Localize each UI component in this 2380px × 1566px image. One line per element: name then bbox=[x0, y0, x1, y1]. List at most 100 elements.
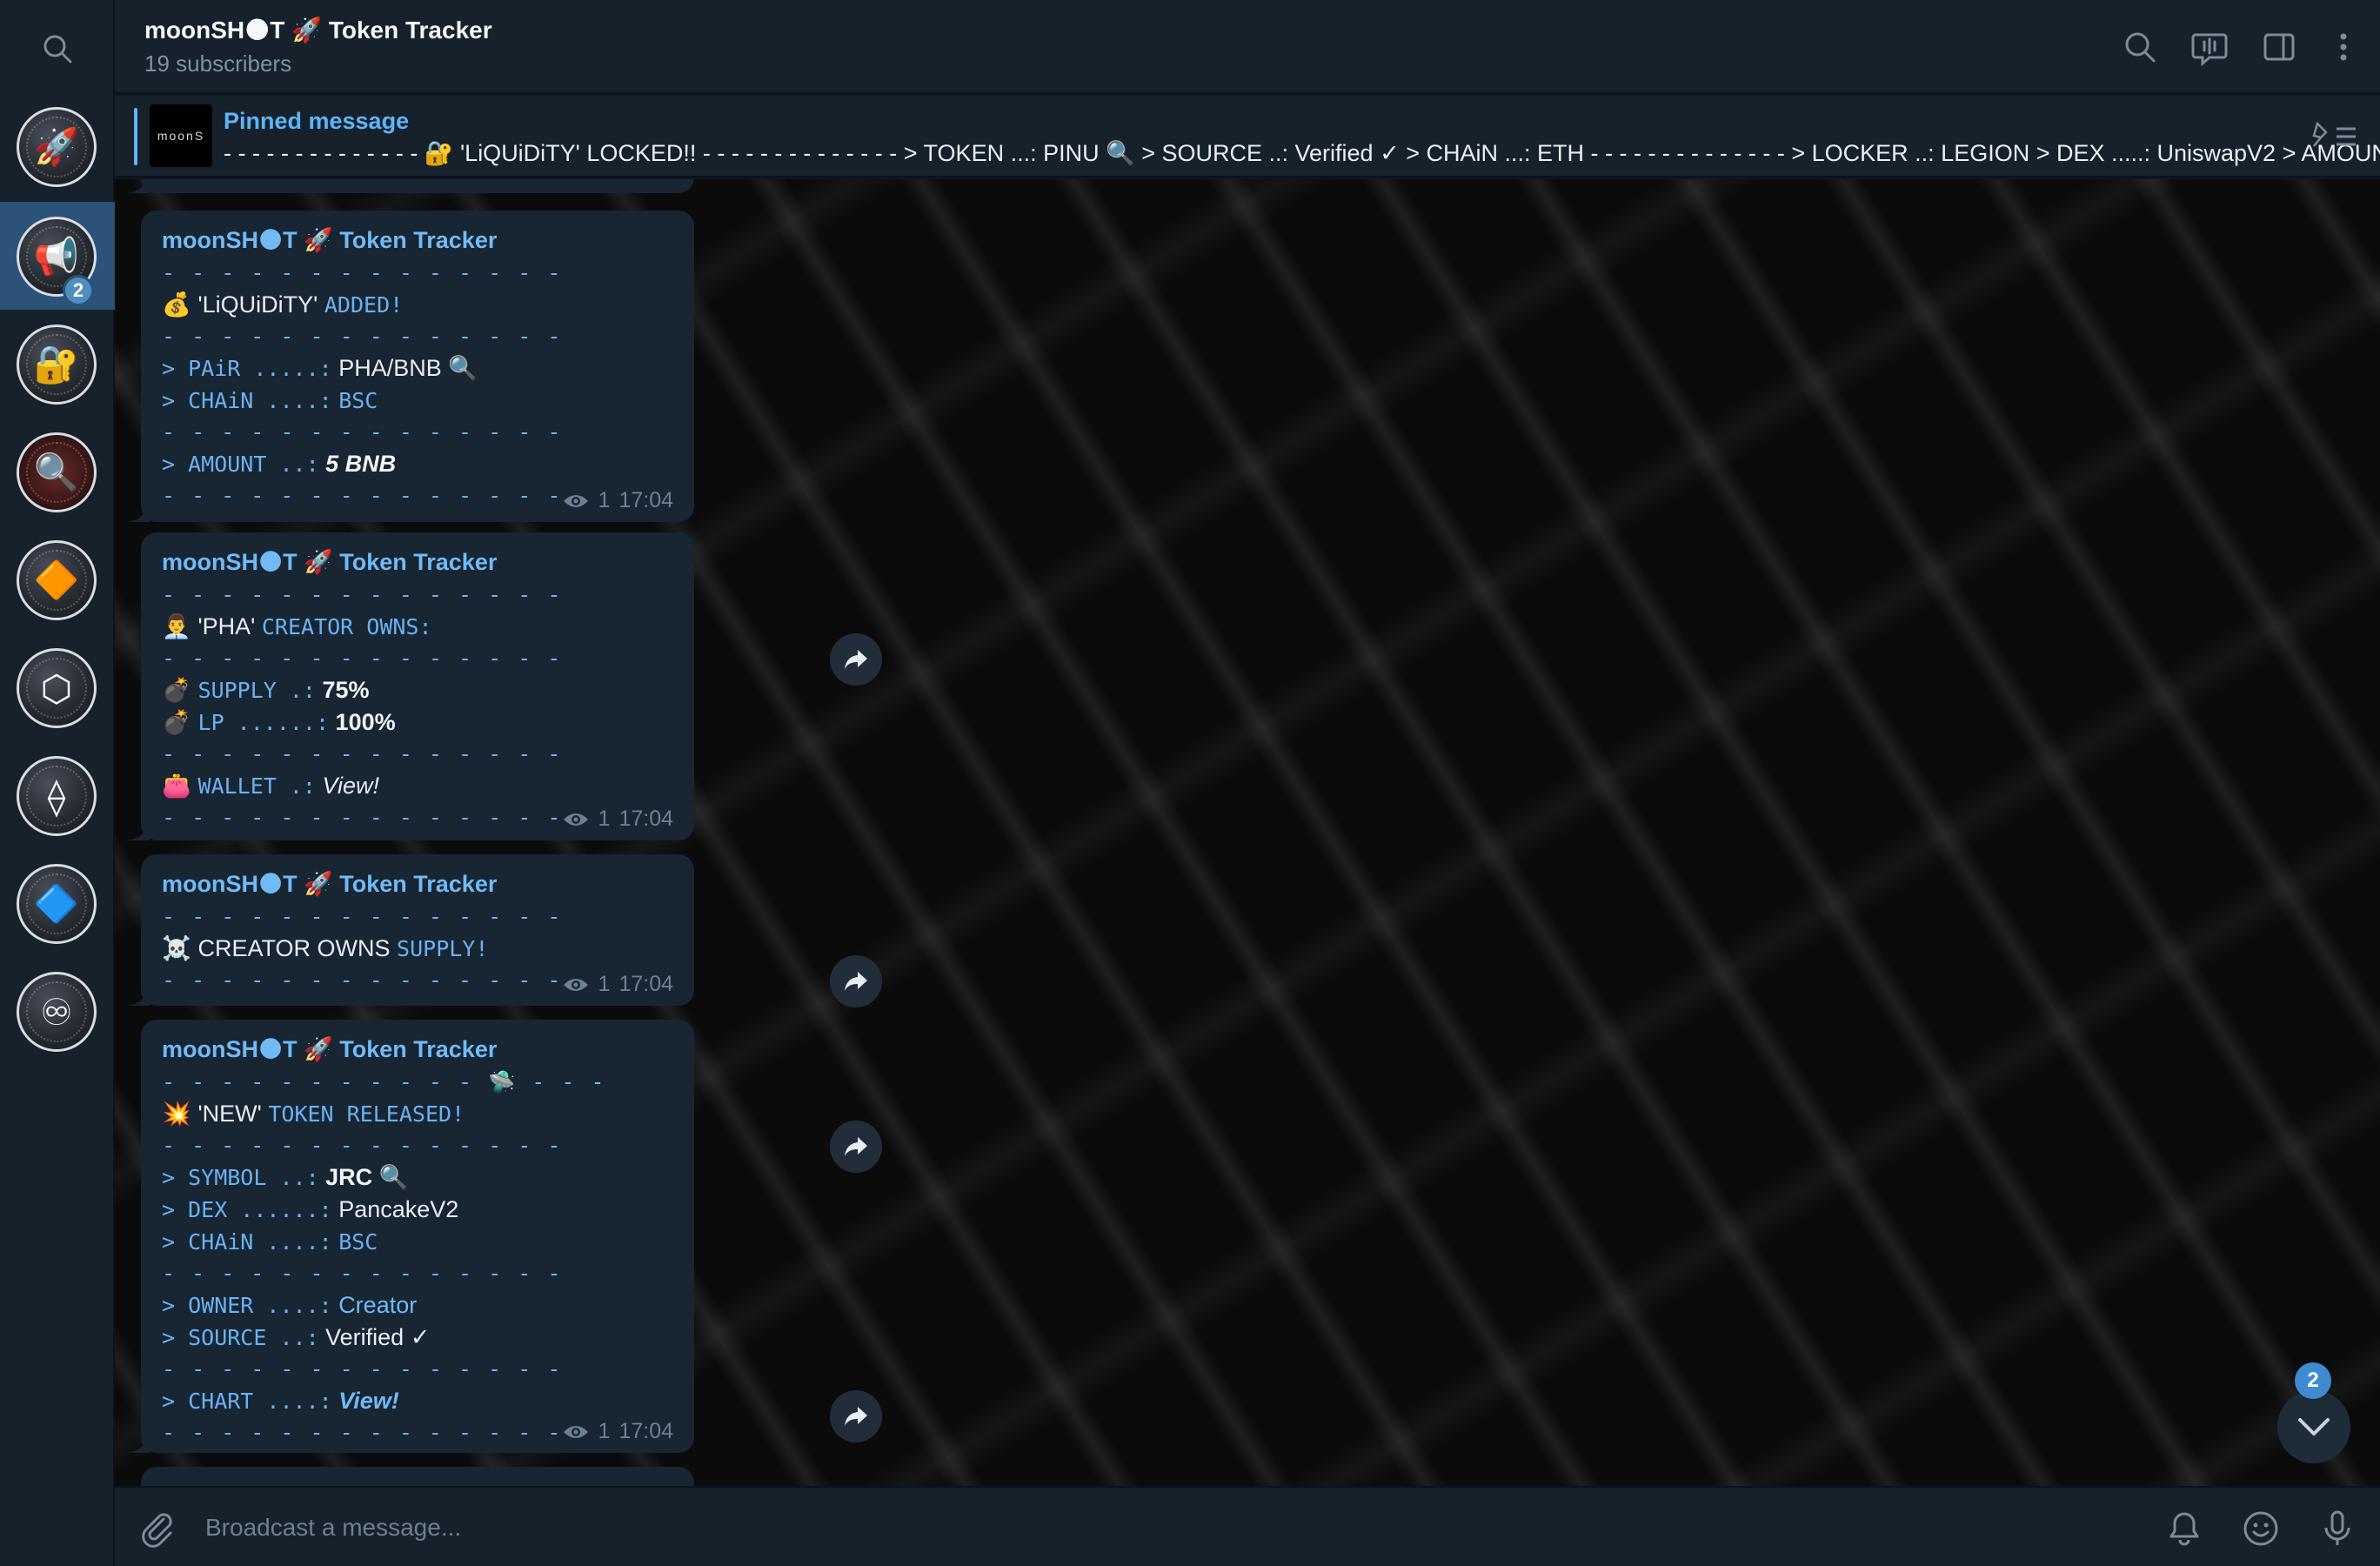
microphone-icon[interactable] bbox=[2317, 1509, 2357, 1549]
folder-item-magnifier[interactable]: 🔍 bbox=[0, 418, 115, 525]
lp-key: LP ......: bbox=[197, 710, 330, 735]
wallet-key: WALLET .: bbox=[197, 773, 316, 799]
chevron-down-icon bbox=[2298, 1418, 2330, 1436]
forward-button[interactable] bbox=[830, 633, 882, 686]
message-sender[interactable]: moonSH🌑T 🚀 Token Tracker bbox=[162, 548, 673, 576]
folder-item-ethereum[interactable]: ⟠ bbox=[0, 741, 115, 849]
source-value: Verified ✓ bbox=[325, 1324, 431, 1350]
pinned-message-bar[interactable]: moonS Pinned message - - - - - - - - - -… bbox=[115, 96, 2380, 177]
message-sender[interactable]: moonSH🌑T 🚀 Token Tracker bbox=[162, 226, 673, 254]
chain-value: BSC bbox=[338, 1229, 378, 1255]
pinned-list-icon[interactable] bbox=[2310, 118, 2359, 153]
header-word: TOKEN RELEASED! bbox=[268, 1101, 465, 1127]
emoji-icon[interactable] bbox=[2241, 1509, 2281, 1549]
supply-row: 💣 SUPPLY .: 75% bbox=[162, 674, 673, 706]
forward-button[interactable] bbox=[830, 1121, 882, 1173]
symbol-value: JRC bbox=[325, 1164, 373, 1190]
chart-row: > CHART ....: View! bbox=[162, 1385, 673, 1417]
eye-icon bbox=[563, 494, 588, 507]
message-sender[interactable]: moonSH🌑T 🚀 Token Tracker bbox=[162, 870, 673, 898]
explosion-icon: 💥 bbox=[162, 1101, 191, 1127]
folder-item-megaphone[interactable]: 📢 2 bbox=[0, 202, 115, 310]
chain-value: BSC bbox=[338, 388, 378, 413]
dex-key: > DEX ......: bbox=[162, 1197, 332, 1222]
divider: - - - - - - - - - - - - - - bbox=[162, 324, 563, 349]
folder-item-rocket[interactable]: 🚀 bbox=[0, 92, 115, 200]
pinned-thumbnail: moonS bbox=[150, 104, 212, 167]
pinned-text: - - - - - - - - - - - - - - 🔐 'LiQUiDiTY… bbox=[224, 140, 2380, 166]
owner-key: > OWNER ....: bbox=[162, 1293, 332, 1318]
folder-rail: 🚀 📢 2 🔐 🔍 🔶 ⬡ ⟠ 🔷 ♾ bbox=[0, 0, 115, 1566]
header-word: ADDED! bbox=[324, 292, 404, 318]
message-time: 17:04 bbox=[618, 1419, 673, 1443]
divider: - - - - - - - - - - - - - - bbox=[162, 646, 563, 671]
message-sender[interactable]: moonSH🌑T 🚀 Token Tracker bbox=[162, 1035, 673, 1063]
folder-item-bnb[interactable]: 🔶 bbox=[0, 525, 115, 633]
chart-key: > CHART ....: bbox=[162, 1389, 332, 1414]
message-time: 17:04 bbox=[618, 972, 673, 996]
message-meta: 1 17:04 bbox=[562, 1419, 673, 1444]
liquidity-quote: 'LiQUiDiTY' bbox=[197, 291, 318, 318]
base-icon: 🔷 bbox=[33, 882, 80, 924]
forward-button[interactable] bbox=[830, 1390, 882, 1442]
message-bubble[interactable]: moonSH🌑T 🚀 Token Tracker - - - - - - - -… bbox=[127, 211, 694, 522]
lock-icon: 🔐 bbox=[33, 343, 80, 385]
amount-value: 5 BNB bbox=[325, 451, 397, 477]
divider: - - - - - - - - - - - - - - bbox=[162, 582, 563, 607]
owner-link[interactable]: Creator bbox=[338, 1292, 417, 1318]
message-time: 17:04 bbox=[618, 488, 673, 512]
header-text: CREATOR OWNS bbox=[197, 935, 391, 961]
rocket-icon: 🚀 bbox=[33, 125, 80, 167]
unread-badge: 2 bbox=[63, 275, 94, 306]
forward-icon bbox=[845, 650, 867, 669]
dex-value: PancakeV2 bbox=[338, 1196, 459, 1222]
folder-item-infinity[interactable]: ♾ bbox=[0, 957, 115, 1065]
search-icon[interactable]: 🔍 bbox=[379, 1164, 409, 1190]
view-count: 1 bbox=[598, 972, 611, 996]
message-bubble[interactable]: moonSH🌑T 🚀 Token Tracker - - - - - - - -… bbox=[127, 854, 694, 1006]
search-icon[interactable] bbox=[40, 31, 75, 66]
message-input[interactable] bbox=[205, 1505, 2119, 1550]
magnifier-icon: 🔍 bbox=[33, 451, 80, 492]
wallet-link[interactable]: View! bbox=[323, 773, 380, 799]
folder-avatar: 🔐 bbox=[17, 325, 97, 405]
scroll-down-button[interactable] bbox=[2277, 1390, 2350, 1463]
pair-row: > PAiR .....: PHA/BNB 🔍 bbox=[162, 352, 673, 385]
view-count: 1 bbox=[598, 806, 611, 831]
live-chat-icon[interactable] bbox=[2190, 28, 2229, 66]
search-icon[interactable] bbox=[2121, 28, 2159, 66]
chat-header[interactable]: moonSH🌑T 🚀 Token Tracker 19 subscribers bbox=[115, 0, 2380, 94]
divider-ufo: - - - - - - - - - - - 🛸 - - - bbox=[162, 1069, 606, 1094]
header-word: SUPPLY! bbox=[397, 936, 489, 961]
message-meta: 1 17:04 bbox=[562, 488, 673, 513]
chart-link[interactable]: View! bbox=[338, 1388, 399, 1414]
folder-avatar: ⟠ bbox=[17, 756, 97, 836]
divider: - - - - - - - - - - - - - - bbox=[162, 741, 563, 766]
view-count: 1 bbox=[598, 488, 611, 512]
chain-key: > CHAiN ....: bbox=[162, 1229, 332, 1255]
search-icon[interactable]: 🔍 bbox=[448, 355, 478, 381]
folder-item-base[interactable]: 🔷 bbox=[0, 849, 115, 957]
unread-count-badge: 2 bbox=[2295, 1362, 2331, 1399]
wallet-row: 👛 WALLET .: View! bbox=[162, 770, 673, 802]
notification-bell-icon[interactable] bbox=[2164, 1509, 2204, 1549]
amount-row: > AMOUNT ..: 5 BNB bbox=[162, 448, 673, 480]
chat-history[interactable]: moonSH🌑T 🚀 Token Tracker - - - - - - - -… bbox=[115, 179, 2380, 1486]
source-row: > SOURCE ..: Verified ✓ bbox=[162, 1322, 673, 1354]
chain-key: > CHAiN ....: bbox=[162, 388, 332, 413]
new-quote: 'NEW' bbox=[197, 1101, 262, 1127]
message-bubble[interactable]: moonSH🌑T 🚀 Token Tracker - - - - - - - -… bbox=[127, 532, 694, 840]
forward-button[interactable] bbox=[830, 955, 882, 1007]
symbol-key: > SYMBOL ..: bbox=[162, 1165, 319, 1190]
attach-icon[interactable] bbox=[137, 1509, 177, 1549]
folder-item-lock[interactable]: 🔐 bbox=[0, 310, 115, 418]
more-options-icon[interactable] bbox=[2324, 28, 2363, 66]
message-meta: 1 17:04 bbox=[562, 972, 673, 997]
message-bubble[interactable]: moonSH🌑T 🚀 Token Tracker - - - - - - - -… bbox=[127, 1020, 694, 1453]
channel-title: moonSH🌑T 🚀 Token Tracker bbox=[144, 17, 492, 44]
folder-item-hex[interactable]: ⬡ bbox=[0, 633, 115, 741]
folder-avatar: ♾ bbox=[17, 972, 97, 1052]
money-bag-icon: 💰 bbox=[162, 291, 191, 318]
sidebar-toggle-icon[interactable] bbox=[2260, 28, 2298, 66]
message-meta: 1 17:04 bbox=[562, 806, 673, 832]
